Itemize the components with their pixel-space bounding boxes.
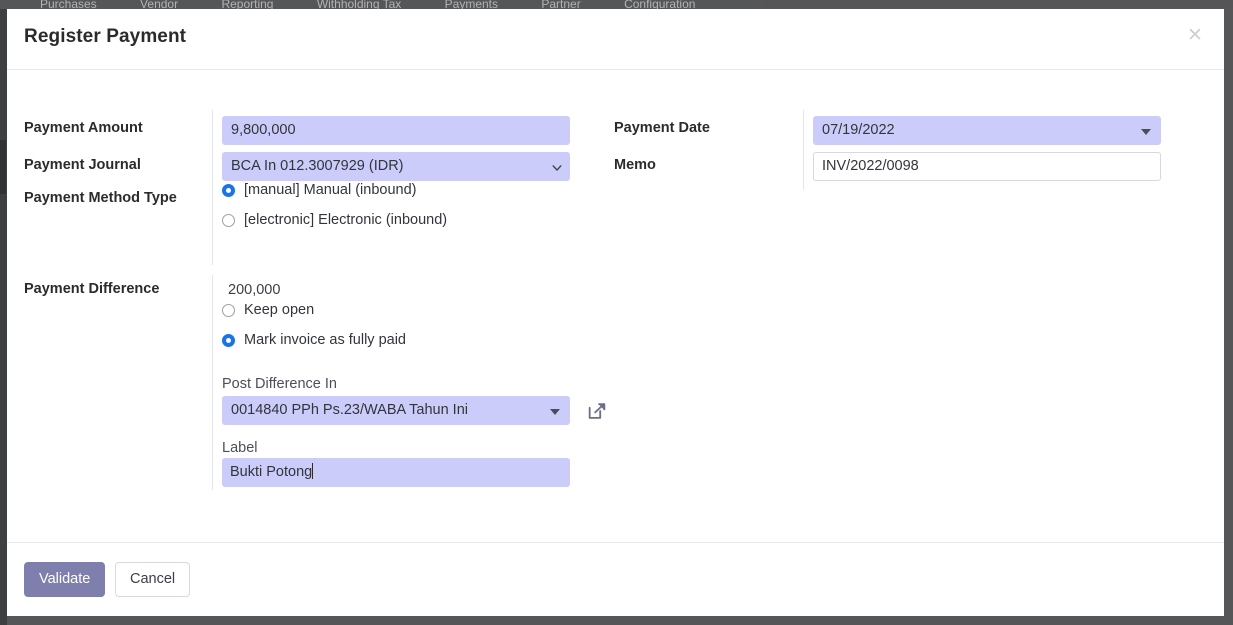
radio-mark-fully-paid-label: Mark invoice as fully paid — [244, 332, 406, 348]
radio-keep-open-label: Keep open — [244, 302, 315, 318]
payment-journal-select[interactable]: BCA In 012.3007929 (IDR) — [222, 152, 570, 181]
radio-manual-label: [manual] Manual (inbound) — [244, 182, 417, 198]
payment-difference-value: 200,000 — [228, 282, 281, 298]
app-sidebar-sliver — [0, 9, 7, 625]
post-difference-in-value: 0014840 PPh Ps.23/WABA Tahun Ini — [231, 402, 468, 418]
menu-item-vendor[interactable]: Vendor — [140, 0, 178, 9]
radio-electronic-label: [electronic] Electronic (inbound) — [244, 212, 448, 228]
left-column-divider-lower — [212, 275, 213, 490]
memo-input[interactable]: INV/2022/0098 — [813, 152, 1161, 181]
menu-item-purchases[interactable]: Purchases — [40, 0, 97, 9]
radio-manual[interactable] — [222, 183, 235, 197]
caret-down-icon — [550, 409, 560, 415]
post-difference-in-label: Post Difference In — [222, 376, 337, 392]
radio-mark-fully-paid[interactable] — [222, 333, 235, 347]
menu-item-reporting[interactable]: Reporting — [221, 0, 273, 9]
caret-down-icon — [1141, 129, 1151, 135]
payment-method-type-label: Payment Method Type — [24, 190, 177, 206]
payment-method-option-manual[interactable]: [manual] Manual (inbound) — [222, 182, 417, 198]
dialog-body: Payment Amount 9,800,000 Payment Journal… — [7, 70, 1224, 542]
dialog-footer: Validate Cancel — [7, 542, 1224, 616]
payment-amount-label: Payment Amount — [24, 120, 143, 136]
dialog-title: Register Payment — [24, 26, 187, 47]
cancel-button[interactable]: Cancel — [115, 562, 191, 597]
external-link-icon[interactable] — [586, 400, 608, 422]
label-input-value: Bukti Potong — [230, 464, 313, 480]
menu-item-partner[interactable]: Partner — [541, 0, 580, 9]
radio-electronic[interactable] — [222, 213, 235, 227]
payment-difference-label: Payment Difference — [24, 281, 160, 297]
app-sidebar-active-chip — [0, 140, 6, 194]
post-difference-in-select[interactable]: 0014840 PPh Ps.23/WABA Tahun Ini — [222, 396, 570, 425]
menu-item-withholding-tax[interactable]: Withholding Tax — [317, 0, 402, 9]
right-column-divider — [803, 110, 804, 190]
memo-label: Memo — [614, 157, 656, 173]
payment-date-label: Payment Date — [614, 120, 710, 136]
label-field-label: Label — [222, 440, 258, 456]
payment-difference-option-keep-open[interactable]: Keep open — [222, 302, 314, 318]
payment-difference-option-fully-paid[interactable]: Mark invoice as fully paid — [222, 332, 406, 348]
label-input[interactable]: Bukti Potong — [222, 458, 570, 487]
dialog-header: Register Payment ✕ — [7, 9, 1224, 70]
register-payment-dialog: Register Payment ✕ Payment Amount 9,800,… — [7, 9, 1224, 616]
payment-method-option-electronic[interactable]: [electronic] Electronic (inbound) — [222, 212, 447, 228]
payment-journal-value: BCA In 012.3007929 (IDR) — [231, 158, 404, 174]
validate-button[interactable]: Validate — [24, 562, 106, 597]
payment-date-value: 07/19/2022 — [822, 122, 895, 138]
left-column-divider — [212, 110, 213, 265]
chevron-down-icon — [551, 163, 562, 173]
menu-item-configuration[interactable]: Configuration — [624, 0, 695, 9]
payment-journal-label: Payment Journal — [24, 157, 141, 173]
close-icon[interactable]: ✕ — [1182, 23, 1208, 49]
radio-keep-open[interactable] — [222, 303, 235, 317]
payment-date-input[interactable]: 07/19/2022 — [813, 116, 1161, 145]
app-menubar: Purchases Vendor Reporting Withholding T… — [0, 0, 1233, 9]
text-cursor — [312, 463, 314, 479]
menu-item-payments[interactable]: Payments — [445, 0, 498, 9]
payment-amount-input[interactable]: 9,800,000 — [222, 116, 570, 145]
